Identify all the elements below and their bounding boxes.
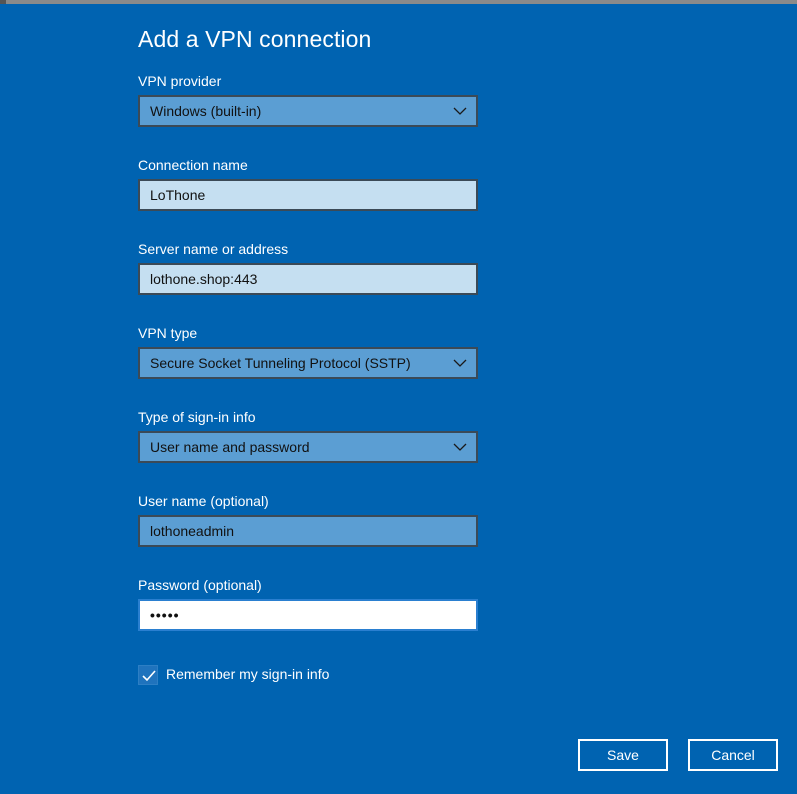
remember-label[interactable]: Remember my sign-in info: [166, 666, 329, 682]
window-top-border: [0, 0, 797, 4]
vpn-provider-select[interactable]: Windows (built-in): [138, 95, 478, 127]
username-label: User name (optional): [138, 493, 269, 509]
username-input[interactable]: lothoneadmin: [138, 515, 478, 547]
cancel-button[interactable]: Cancel: [688, 739, 778, 771]
sign-in-type-label: Type of sign-in info: [138, 409, 256, 425]
vpn-provider-label: VPN provider: [138, 73, 222, 89]
connection-name-label: Connection name: [138, 157, 248, 173]
vpn-type-value: Secure Socket Tunneling Protocol (SSTP): [150, 355, 411, 371]
server-address-value: lothone.shop:443: [150, 271, 258, 287]
server-address-input[interactable]: lothone.shop:443: [138, 263, 478, 295]
connection-name-value: LoThone: [150, 187, 206, 203]
dialog-title: Add a VPN connection: [138, 26, 372, 52]
password-label: Password (optional): [138, 577, 262, 593]
sign-in-type-select[interactable]: User name and password: [138, 431, 478, 463]
sign-in-type-value: User name and password: [150, 439, 310, 455]
chevron-down-icon: [453, 359, 467, 367]
chevron-down-icon: [453, 443, 467, 451]
save-button[interactable]: Save: [578, 739, 668, 771]
window-top-corner: [0, 0, 6, 4]
username-value: lothoneadmin: [150, 523, 235, 539]
password-value: •••••: [150, 607, 180, 623]
chevron-down-icon: [453, 107, 467, 115]
server-address-label: Server name or address: [138, 241, 289, 257]
checkmark-icon: [142, 670, 156, 682]
remember-checkbox[interactable]: [138, 665, 158, 685]
vpn-type-select[interactable]: Secure Socket Tunneling Protocol (SSTP): [138, 347, 478, 379]
vpn-type-label: VPN type: [138, 325, 198, 341]
password-input[interactable]: •••••: [138, 599, 478, 631]
connection-name-input[interactable]: LoThone: [138, 179, 478, 211]
vpn-provider-value: Windows (built-in): [150, 103, 262, 119]
